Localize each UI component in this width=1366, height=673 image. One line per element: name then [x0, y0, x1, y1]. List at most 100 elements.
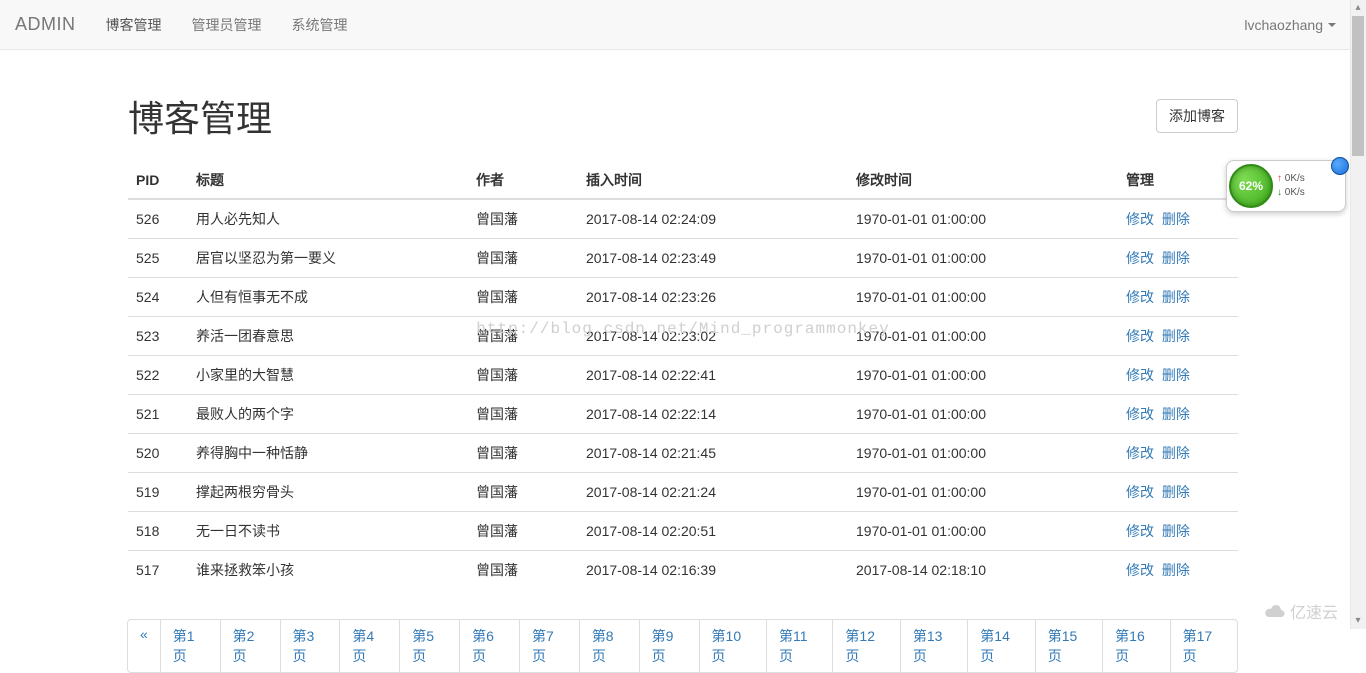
cell-actions: 修改 删除 [1118, 512, 1238, 551]
scroll-up-arrow-icon[interactable]: ▴ [1350, 0, 1366, 16]
page-item-1[interactable]: 第1页 [160, 619, 221, 673]
scrollbar-thumb[interactable] [1352, 16, 1364, 156]
page-item-16[interactable]: 第16页 [1102, 619, 1170, 673]
page-item-5[interactable]: 第5页 [399, 619, 460, 673]
nav-links: 博客管理 管理员管理 系统管理 [91, 0, 363, 50]
edit-link[interactable]: 修改 [1126, 250, 1154, 266]
page-item-15[interactable]: 第15页 [1035, 619, 1103, 673]
table-row: 520养得胸中一种恬静曾国藩2017-08-14 02:21:451970-01… [128, 434, 1238, 473]
edit-link[interactable]: 修改 [1126, 289, 1154, 305]
page-item-4[interactable]: 第4页 [339, 619, 400, 673]
cell-pid: 520 [128, 434, 188, 473]
cell-mod_time: 1970-01-01 01:00:00 [848, 473, 1118, 512]
scrollbar-track[interactable]: ▴ ▾ [1350, 0, 1366, 629]
page-item-6[interactable]: 第6页 [459, 619, 520, 673]
page-title: 博客管理 [128, 90, 272, 142]
nav-link-blog[interactable]: 博客管理 [91, 0, 177, 50]
page-item-12[interactable]: 第12页 [832, 619, 900, 673]
page-item-8[interactable]: 第8页 [579, 619, 640, 673]
delete-link[interactable]: 删除 [1162, 250, 1190, 266]
page-item-9[interactable]: 第9页 [639, 619, 700, 673]
delete-link[interactable]: 删除 [1162, 211, 1190, 227]
nav-link-system[interactable]: 系统管理 [277, 0, 363, 50]
cell-insert_time: 2017-08-14 02:22:14 [578, 395, 848, 434]
cell-title: 养得胸中一种恬静 [188, 434, 468, 473]
delete-link[interactable]: 删除 [1162, 328, 1190, 344]
table-row: 525居官以坚忍为第一要义曾国藩2017-08-14 02:23:491970-… [128, 239, 1238, 278]
cell-mod_time: 1970-01-01 01:00:00 [848, 434, 1118, 473]
cell-title: 最败人的两个字 [188, 395, 468, 434]
table-row: 521最败人的两个字曾国藩2017-08-14 02:22:141970-01-… [128, 395, 1238, 434]
edit-link[interactable]: 修改 [1126, 445, 1154, 461]
cell-title: 撑起两根穷骨头 [188, 473, 468, 512]
cell-mod_time: 1970-01-01 01:00:00 [848, 395, 1118, 434]
cell-pid: 523 [128, 317, 188, 356]
widget-ball-icon [1331, 157, 1349, 175]
edit-link[interactable]: 修改 [1126, 406, 1154, 422]
scroll-down-arrow-icon[interactable]: ▾ [1350, 613, 1366, 629]
delete-link[interactable]: 删除 [1162, 523, 1190, 539]
cell-mod_time: 1970-01-01 01:00:00 [848, 239, 1118, 278]
cell-author: 曾国藩 [468, 199, 578, 239]
cell-pid: 518 [128, 512, 188, 551]
navbar: ADMIN 博客管理 管理员管理 系统管理 lvchaozhang [0, 0, 1366, 50]
page-item-11[interactable]: 第11页 [766, 619, 833, 673]
page-item-3[interactable]: 第3页 [280, 619, 341, 673]
user-dropdown[interactable]: lvchaozhang [1229, 2, 1351, 48]
delete-link[interactable]: 删除 [1162, 406, 1190, 422]
page-item-17[interactable]: 第17页 [1170, 619, 1238, 673]
widget-overlay[interactable]: 62% 0K/s 0K/s [1226, 160, 1346, 212]
cell-insert_time: 2017-08-14 02:20:51 [578, 512, 848, 551]
cell-title: 人但有恒事无不成 [188, 278, 468, 317]
page-prev[interactable]: « [127, 619, 161, 673]
cell-author: 曾国藩 [468, 239, 578, 278]
delete-link[interactable]: 删除 [1162, 562, 1190, 578]
table-row: 518无一日不读书曾国藩2017-08-14 02:20:511970-01-0… [128, 512, 1238, 551]
th-mod: 修改时间 [848, 162, 1118, 199]
page-item-13[interactable]: 第13页 [900, 619, 968, 673]
cell-mod_time: 1970-01-01 01:00:00 [848, 199, 1118, 239]
page-item-7[interactable]: 第7页 [519, 619, 580, 673]
edit-link[interactable]: 修改 [1126, 562, 1154, 578]
cell-mod_time: 1970-01-01 01:00:00 [848, 317, 1118, 356]
cell-actions: 修改 删除 [1118, 278, 1238, 317]
widget-percent: 62% [1229, 164, 1273, 208]
delete-link[interactable]: 删除 [1162, 484, 1190, 500]
cell-mod_time: 1970-01-01 01:00:00 [848, 512, 1118, 551]
cell-insert_time: 2017-08-14 02:23:02 [578, 317, 848, 356]
page-item-14[interactable]: 第14页 [967, 619, 1035, 673]
cell-actions: 修改 删除 [1118, 551, 1238, 590]
cell-author: 曾国藩 [468, 473, 578, 512]
cell-actions: 修改 删除 [1118, 434, 1238, 473]
cell-title: 居官以坚忍为第一要义 [188, 239, 468, 278]
cell-mod_time: 1970-01-01 01:00:00 [848, 356, 1118, 395]
cell-pid: 517 [128, 551, 188, 590]
delete-link[interactable]: 删除 [1162, 289, 1190, 305]
cell-pid: 524 [128, 278, 188, 317]
watermark-corner-text: 亿速云 [1290, 599, 1338, 623]
table-row: 523养活一团春意思曾国藩2017-08-14 02:23:021970-01-… [128, 317, 1238, 356]
cell-author: 曾国藩 [468, 395, 578, 434]
brand[interactable]: ADMIN [15, 14, 91, 35]
edit-link[interactable]: 修改 [1126, 523, 1154, 539]
nav-link-admin[interactable]: 管理员管理 [177, 0, 277, 50]
page-item-10[interactable]: 第10页 [699, 619, 767, 673]
cell-actions: 修改 删除 [1118, 473, 1238, 512]
delete-link[interactable]: 删除 [1162, 445, 1190, 461]
edit-link[interactable]: 修改 [1126, 328, 1154, 344]
blog-table: PID 标题 作者 插入时间 修改时间 管理 526用人必先知人曾国藩2017-… [128, 162, 1238, 589]
th-insert: 插入时间 [578, 162, 848, 199]
cell-insert_time: 2017-08-14 02:16:39 [578, 551, 848, 590]
cell-author: 曾国藩 [468, 434, 578, 473]
edit-link[interactable]: 修改 [1126, 211, 1154, 227]
th-pid: PID [128, 162, 188, 199]
edit-link[interactable]: 修改 [1126, 484, 1154, 500]
add-blog-button[interactable]: 添加博客 [1156, 99, 1238, 133]
cell-author: 曾国藩 [468, 317, 578, 356]
delete-link[interactable]: 删除 [1162, 367, 1190, 383]
cell-actions: 修改 删除 [1118, 239, 1238, 278]
page-item-2[interactable]: 第2页 [220, 619, 281, 673]
edit-link[interactable]: 修改 [1126, 367, 1154, 383]
pagination: «第1页第2页第3页第4页第5页第6页第7页第8页第9页第10页第11页第12页… [128, 619, 1238, 673]
table-row: 519撑起两根穷骨头曾国藩2017-08-14 02:21:241970-01-… [128, 473, 1238, 512]
